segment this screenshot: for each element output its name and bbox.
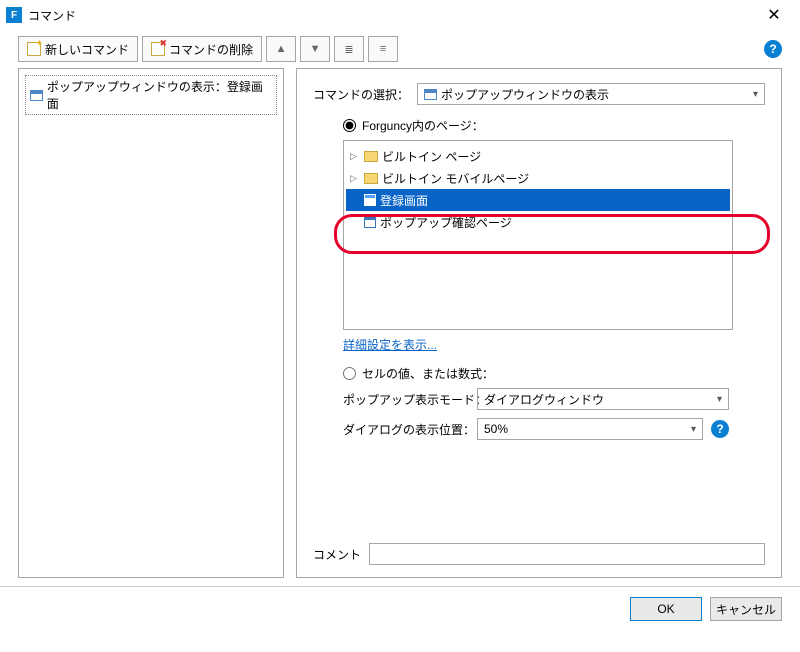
popup-mode-value: ダイアログウィンドウ <box>484 391 604 408</box>
chevron-down-icon: ▾ <box>753 89 758 100</box>
delete-command-icon <box>151 42 165 56</box>
command-select-value: ポップアップウィンドウの表示 <box>441 86 609 103</box>
move-up-button[interactable]: ▲ <box>266 36 296 62</box>
radio-cell-value-input[interactable] <box>343 367 356 380</box>
popup-mode-label: ポップアップ表示モード： <box>343 391 469 408</box>
expand-icon[interactable]: ▷ <box>350 173 360 184</box>
dialog-position-label: ダイアログの表示位置： <box>343 421 469 438</box>
delete-command-button[interactable]: コマンドの削除 <box>142 36 262 62</box>
radio-forguncy-page-label: Forguncy内のページ： <box>362 117 484 134</box>
toolbar: 新しいコマンド コマンドの削除 ▲ ▼ ≣ ≡ ? <box>0 30 800 68</box>
radio-cell-value-label: セルの値、または数式： <box>362 365 494 382</box>
ok-button[interactable]: OK <box>630 597 702 621</box>
tree-item-label: ビルトイン モバイルページ <box>382 170 529 187</box>
dialog-footer: OK キャンセル <box>0 586 800 631</box>
radio-forguncy-page-input[interactable] <box>343 119 356 132</box>
outdent-icon: ≣ <box>344 43 353 56</box>
comment-label: コメント <box>313 546 361 563</box>
close-icon[interactable]: ✕ <box>754 5 794 25</box>
command-settings-panel: コマンドの選択： ポップアップウィンドウの表示 ▾ Forguncy内のページ：… <box>296 68 782 578</box>
page-icon <box>30 90 43 101</box>
chevron-down-icon: ▾ <box>717 394 722 405</box>
new-command-icon <box>27 42 41 56</box>
titlebar: F コマンド ✕ <box>0 0 800 30</box>
indent-icon: ≡ <box>380 43 386 55</box>
command-list-panel: ポップアップウィンドウの表示：登録画面 <box>18 68 284 578</box>
dialog-position-select[interactable]: 50% ▾ <box>477 418 703 440</box>
arrow-up-icon: ▲ <box>276 43 287 55</box>
delete-command-label: コマンドの削除 <box>169 41 253 58</box>
page-icon <box>424 89 437 100</box>
outdent-button[interactable]: ≣ <box>334 36 364 62</box>
folder-icon <box>364 173 378 184</box>
new-command-button[interactable]: 新しいコマンド <box>18 36 138 62</box>
command-list-item[interactable]: ポップアップウィンドウの表示：登録画面 <box>25 75 277 115</box>
page-icon <box>364 216 376 228</box>
indent-button[interactable]: ≡ <box>368 36 398 62</box>
tree-item-label: ポップアップ確認ページ <box>380 214 512 231</box>
command-item-label: ポップアップウィンドウの表示：登録画面 <box>47 78 272 112</box>
comment-input[interactable] <box>369 543 765 565</box>
command-select-label: コマンドの選択： <box>313 86 409 103</box>
tree-item-label: ビルトイン ページ <box>382 148 481 165</box>
radio-cell-value[interactable]: セルの値、または数式： <box>343 365 765 382</box>
page-icon <box>364 194 376 206</box>
tree-item-folder[interactable]: ▷ ビルトイン ページ <box>346 145 730 167</box>
tree-item-folder[interactable]: ▷ ビルトイン モバイルページ <box>346 167 730 189</box>
cancel-button[interactable]: キャンセル <box>710 597 782 621</box>
window-title: コマンド <box>28 7 754 24</box>
expand-icon[interactable]: ▷ <box>350 151 360 162</box>
new-command-label: 新しいコマンド <box>45 41 129 58</box>
tree-item-page-selected[interactable]: 登録画面 <box>346 189 730 211</box>
tree-item-page[interactable]: ポップアップ確認ページ <box>346 211 730 233</box>
help-icon[interactable]: ? <box>711 420 729 438</box>
radio-forguncy-page[interactable]: Forguncy内のページ： <box>343 117 765 134</box>
command-select[interactable]: ポップアップウィンドウの表示 ▾ <box>417 83 765 105</box>
move-down-button[interactable]: ▼ <box>300 36 330 62</box>
show-detail-link[interactable]: 詳細設定を表示... <box>343 336 765 353</box>
app-icon: F <box>6 7 22 23</box>
folder-icon <box>364 151 378 162</box>
page-tree[interactable]: ▷ ビルトイン ページ ▷ ビルトイン モバイルページ 登録画面 ポップアップ確… <box>343 140 733 330</box>
tree-item-label: 登録画面 <box>380 192 428 209</box>
dialog-position-value: 50% <box>484 422 508 436</box>
arrow-down-icon: ▼ <box>310 43 321 55</box>
chevron-down-icon: ▾ <box>691 424 696 435</box>
help-icon[interactable]: ? <box>764 40 782 58</box>
popup-mode-select[interactable]: ダイアログウィンドウ ▾ <box>477 388 729 410</box>
